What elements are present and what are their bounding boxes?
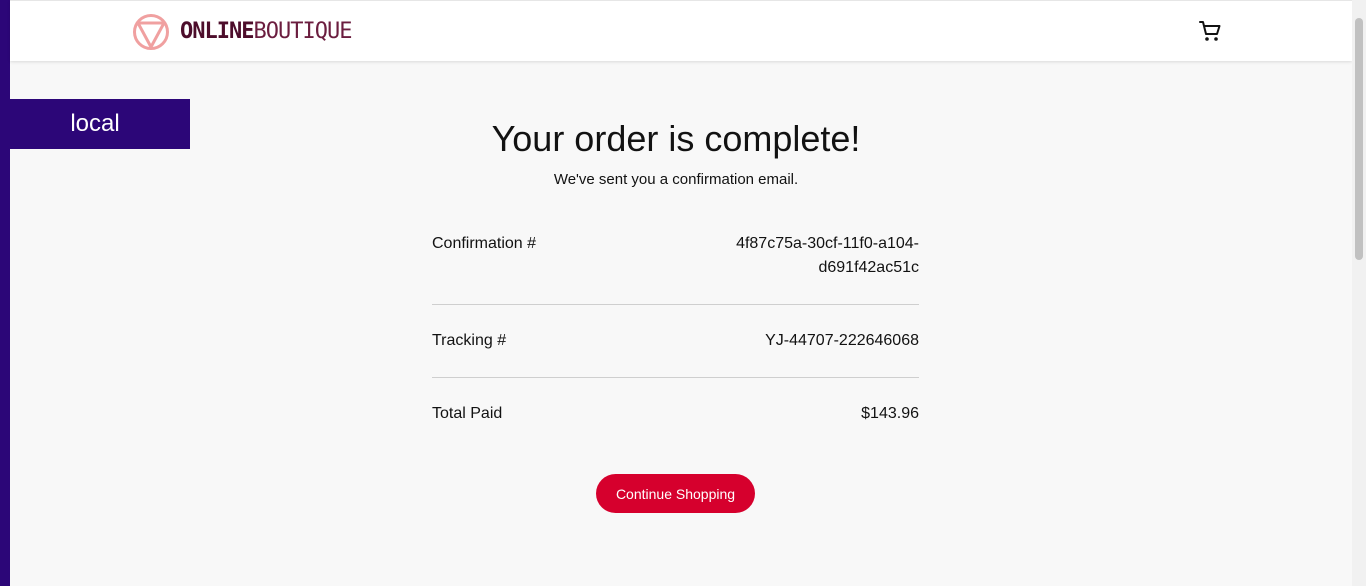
tracking-row: Tracking # YJ-44707-222646068 (432, 305, 919, 377)
page-title: Your order is complete! (491, 118, 861, 159)
shopping-cart-button[interactable] (1198, 19, 1222, 43)
confirmation-value: 4f87c75a-30cf-11f0-a104- d691f42ac51c (736, 232, 919, 280)
confirmation-value-line2: d691f42ac51c (818, 259, 919, 276)
shopping-cart-icon (1199, 21, 1221, 41)
total-value: $143.96 (861, 405, 919, 422)
confirmation-row: Confirmation # 4f87c75a-30cf-11f0-a104- … (432, 232, 919, 304)
environment-strip (0, 0, 10, 586)
continue-shopping-button[interactable]: Continue Shopping (596, 474, 755, 513)
logo-wordmark: ONLINEBOUTIQUE (180, 12, 352, 52)
confirmation-label: Confirmation # (432, 235, 537, 252)
scrollbar-thumb[interactable] (1355, 18, 1363, 260)
page-subtitle: We've sent you a confirmation email. (553, 171, 799, 188)
tracking-value: YJ-44707-222646068 (765, 332, 919, 349)
order-details: Confirmation # 4f87c75a-30cf-11f0-a104- … (432, 232, 919, 450)
tracking-label: Tracking # (432, 332, 507, 349)
logo-text-bold: ONLINE (180, 19, 254, 44)
order-complete-page: ONLINEBOUTIQUE local Your order is compl… (0, 0, 1366, 586)
site-logo[interactable]: ONLINEBOUTIQUE (132, 12, 352, 52)
page-scrollbar[interactable] (1352, 0, 1366, 586)
logo-text-light: BOUTIQUE (253, 19, 352, 44)
total-row: Total Paid $143.96 (432, 378, 919, 450)
total-label: Total Paid (432, 405, 503, 422)
triangle-circle-logo-icon (133, 14, 169, 50)
confirmation-value-line1: 4f87c75a-30cf-11f0-a104- (736, 235, 919, 252)
site-header: ONLINEBOUTIQUE (10, 0, 1352, 61)
